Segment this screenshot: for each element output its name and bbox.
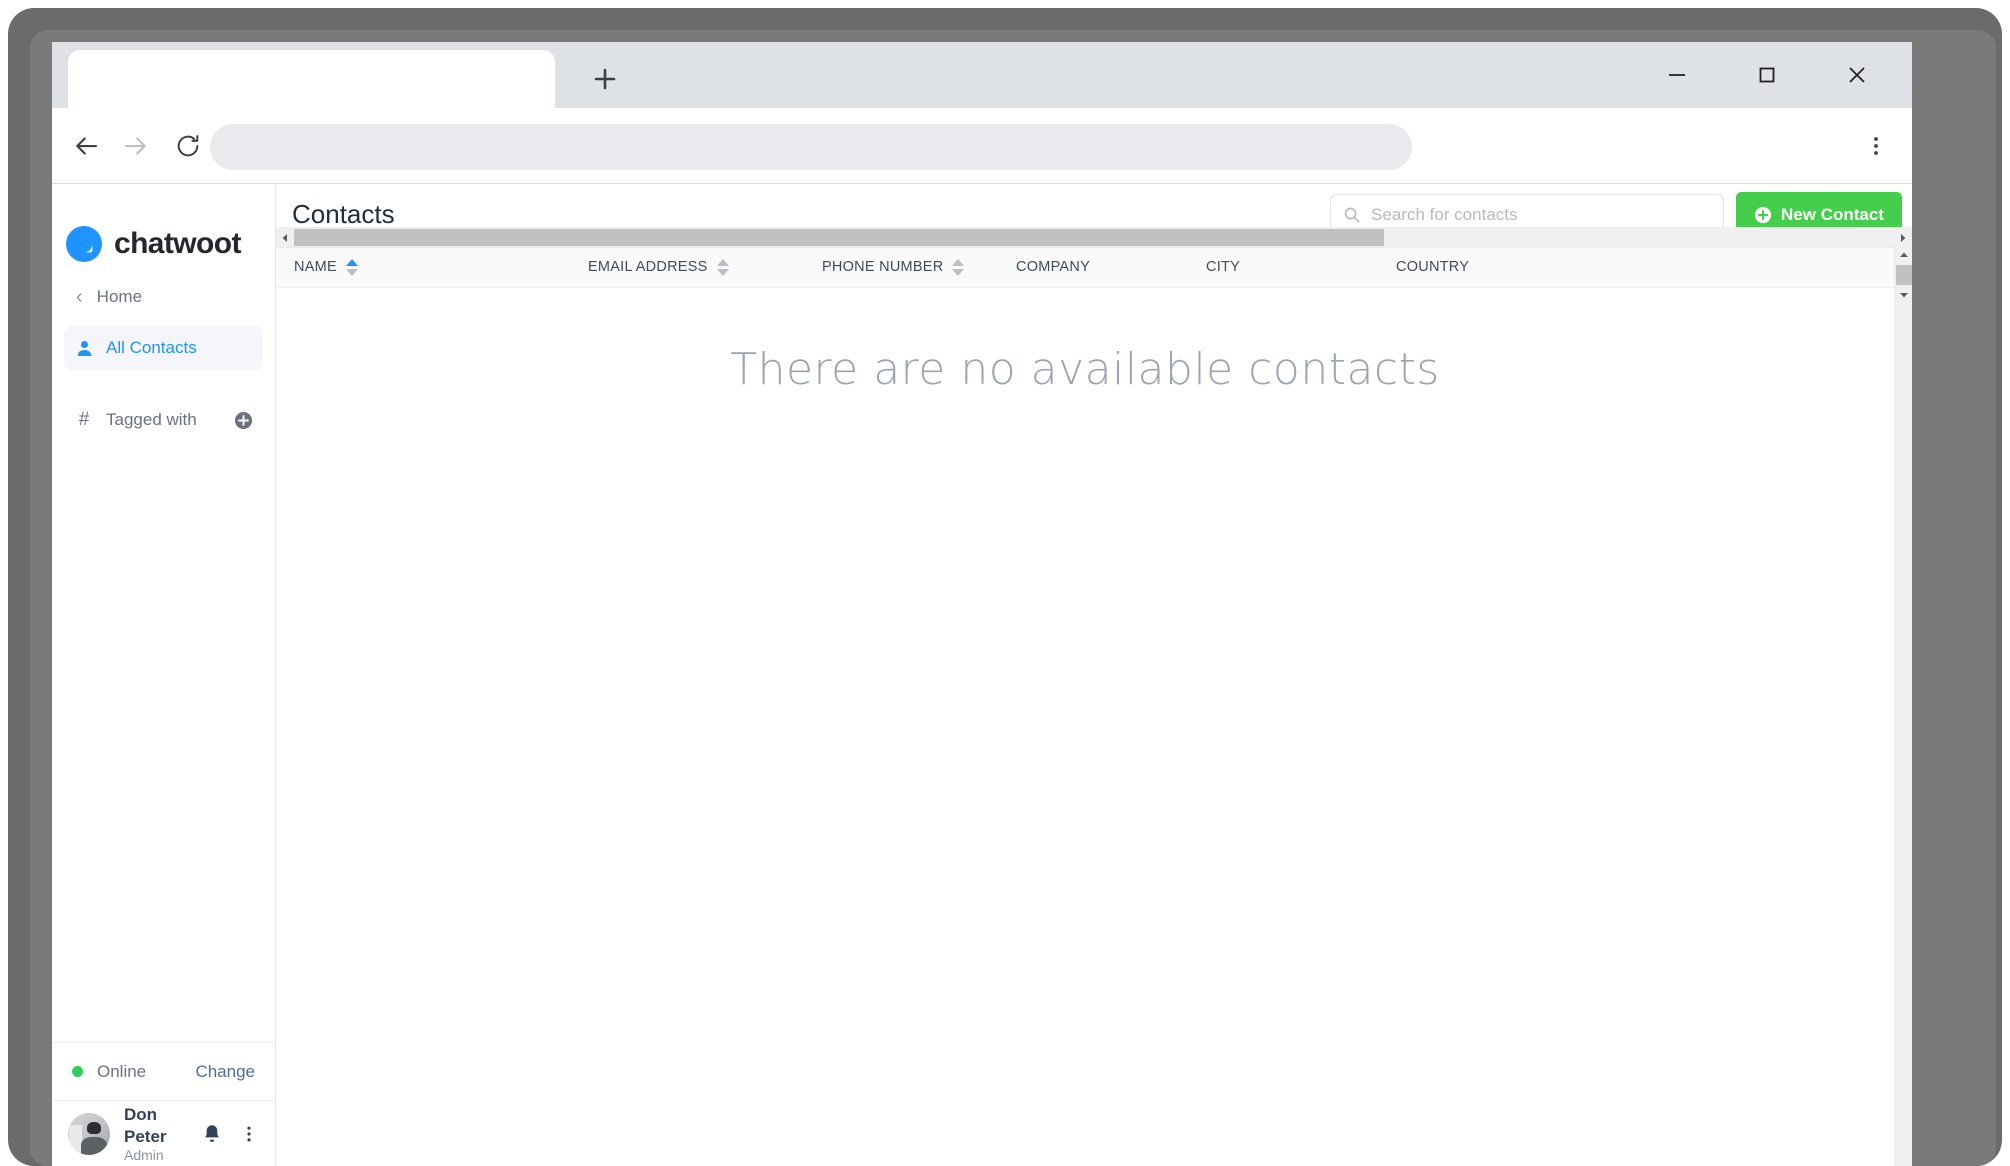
column-header-company[interactable]: COMPANY	[1016, 246, 1090, 288]
current-user-row[interactable]: Don Peter Admin	[52, 1100, 275, 1166]
new-contact-label: New Contact	[1781, 204, 1884, 224]
browser-tab[interactable]	[68, 50, 555, 108]
desktop-background: chatwoot ‹ Home All Contacts # Tagged wi…	[0, 0, 2010, 1166]
vertical-scrollbar-thumb[interactable]	[1896, 265, 1912, 285]
sidebar-item-label: All Contacts	[106, 338, 197, 357]
three-dots-vertical-icon	[247, 1126, 251, 1141]
browser-tab-strip	[52, 42, 1912, 108]
breadcrumb-label: Home	[96, 287, 143, 306]
add-tag-button[interactable]	[234, 411, 253, 430]
user-menu-button[interactable]	[239, 1124, 259, 1144]
tagged-with-label: Tagged with	[106, 410, 197, 429]
column-label: CITY	[1206, 259, 1241, 275]
horizontal-scrollbar-thumb[interactable]	[294, 229, 1384, 246]
user-meta: Don Peter Admin	[124, 1104, 201, 1163]
scroll-left-arrow-icon[interactable]	[276, 227, 294, 248]
maximize-icon	[1759, 67, 1775, 83]
sort-toggle-icon[interactable]	[345, 258, 358, 276]
browser-toolbar	[52, 108, 1912, 184]
browser-window: chatwoot ‹ Home All Contacts # Tagged wi…	[52, 42, 1912, 1166]
sort-toggle-icon[interactable]	[952, 258, 965, 276]
chevron-left-icon: ‹	[76, 286, 83, 308]
three-dots-vertical-icon	[1874, 137, 1878, 155]
scroll-right-arrow-icon[interactable]	[1894, 227, 1912, 248]
window-minimize-button[interactable]	[1640, 42, 1714, 108]
status-label: Online	[97, 1061, 147, 1081]
page-title: Contacts	[292, 199, 395, 229]
column-header-email-address[interactable]: EMAIL ADDRESS	[588, 246, 729, 288]
user-role: Admin	[124, 1146, 164, 1163]
back-button[interactable]	[60, 120, 112, 172]
column-header-name[interactable]: NAME	[294, 246, 358, 288]
sort-toggle-icon[interactable]	[716, 258, 729, 276]
reload-button[interactable]	[162, 120, 214, 172]
column-header-city[interactable]: CITY	[1206, 246, 1240, 288]
plus-icon	[594, 68, 616, 90]
reload-icon	[177, 134, 199, 157]
address-bar[interactable]	[210, 124, 1412, 170]
forward-arrow-icon	[124, 137, 146, 155]
chatwoot-app: chatwoot ‹ Home All Contacts # Tagged wi…	[52, 184, 1912, 1166]
forward-button[interactable]	[110, 120, 162, 172]
sidebar-item-all-contacts[interactable]: All Contacts	[64, 326, 263, 370]
column-label: NAME	[294, 259, 337, 275]
browser-menu-button[interactable]	[1852, 122, 1900, 170]
contacts-main-panel: Contacts Search for contacts New Contact…	[276, 184, 1912, 1166]
hash-icon: #	[78, 409, 90, 430]
scroll-down-arrow-icon[interactable]	[1895, 286, 1912, 304]
chatwoot-logo-icon	[66, 226, 102, 262]
contacts-table-header: NAME EMAIL ADDRESS PHONE NUMBER COMPANY	[276, 246, 1912, 288]
availability-status: Online Change	[52, 1042, 275, 1100]
person-icon	[74, 340, 94, 357]
brand-logo[interactable]: chatwoot	[52, 184, 275, 276]
scroll-up-arrow-icon[interactable]	[1895, 246, 1912, 264]
window-maximize-button[interactable]	[1730, 42, 1804, 108]
minimize-icon	[1669, 74, 1685, 76]
plus-circle-icon	[1754, 206, 1772, 223]
column-label: COMPANY	[1016, 259, 1090, 275]
column-label: PHONE NUMBER	[822, 259, 944, 275]
search-icon	[1343, 206, 1361, 224]
vertical-scrollbar[interactable]	[1894, 246, 1912, 1166]
sidebar-nav: ‹ Home All Contacts # Tagged with	[52, 276, 275, 442]
new-tab-button[interactable]	[582, 56, 628, 102]
sidebar: chatwoot ‹ Home All Contacts # Tagged wi…	[52, 184, 276, 1166]
column-header-phone-number[interactable]: PHONE NUMBER	[822, 246, 965, 288]
back-arrow-icon	[76, 137, 98, 155]
status-dot-online	[72, 1066, 83, 1077]
column-label: COUNTRY	[1396, 259, 1470, 275]
empty-state-message: There are no available contacts	[730, 344, 1440, 395]
bell-icon	[205, 1124, 219, 1142]
notifications-button[interactable]	[201, 1123, 223, 1145]
column-header-country[interactable]: COUNTRY	[1396, 246, 1469, 288]
window-close-button[interactable]	[1820, 42, 1894, 108]
brand-name: chatwoot	[114, 227, 241, 260]
column-label: EMAIL ADDRESS	[588, 259, 708, 275]
breadcrumb-home[interactable]: ‹ Home	[64, 276, 263, 318]
plus-circle-icon	[234, 411, 253, 429]
search-input[interactable]	[1371, 204, 1712, 225]
sidebar-section-tagged-with[interactable]: # Tagged with	[64, 398, 263, 442]
horizontal-scrollbar[interactable]	[276, 227, 1912, 248]
avatar[interactable]	[68, 1112, 110, 1155]
close-icon	[1849, 67, 1865, 83]
user-name: Don Peter	[124, 1105, 167, 1146]
change-status-link[interactable]: Change	[195, 1062, 255, 1082]
